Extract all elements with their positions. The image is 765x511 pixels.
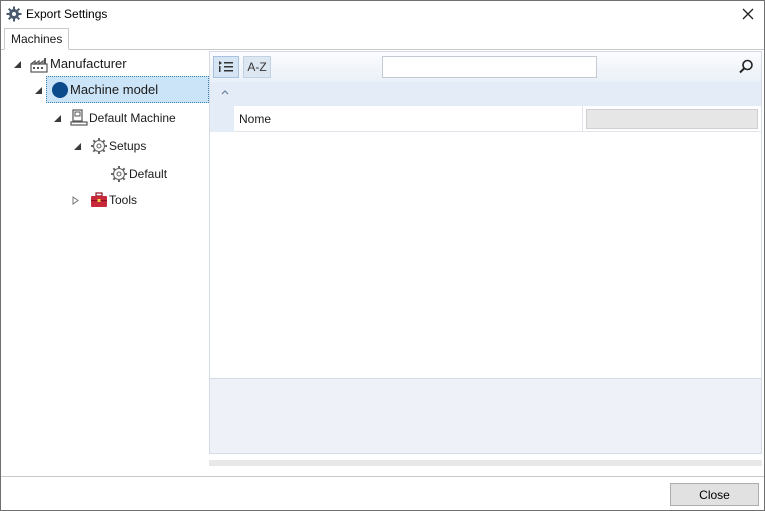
property-description-panel	[210, 378, 761, 453]
tab-machines[interactable]: Machines	[4, 28, 70, 50]
categorized-view-button[interactable]	[213, 56, 239, 78]
property-row-gutter	[210, 106, 234, 132]
factory-icon	[30, 58, 48, 73]
toolbox-icon	[91, 192, 107, 207]
machine-model-icon	[52, 82, 68, 98]
title-bar: Export Settings	[1, 1, 764, 27]
footer-divider	[1, 476, 764, 477]
tree-node-machine-model[interactable]: Machine model	[1, 79, 208, 101]
alphabetical-view-button[interactable]: A-Z	[243, 56, 271, 78]
expanded-arrow-icon[interactable]	[13, 60, 22, 69]
property-value-field[interactable]	[586, 109, 758, 129]
tree-node-label: Manufacturer	[50, 56, 127, 71]
collapsed-arrow-icon[interactable]	[71, 196, 80, 205]
machine-icon	[70, 109, 88, 126]
tree-node-default-setup[interactable]: Default	[1, 163, 201, 185]
window-title: Export Settings	[26, 7, 108, 21]
gear-icon	[6, 6, 22, 22]
property-search-input[interactable]	[382, 56, 597, 78]
tree-node-tools[interactable]: Tools	[1, 189, 201, 211]
expanded-arrow-icon[interactable]	[53, 114, 62, 123]
expanded-arrow-icon[interactable]	[73, 142, 82, 151]
gear-icon	[111, 166, 127, 182]
tree-node-label: Default Machine	[89, 111, 176, 125]
export-settings-window: Export Settings Machines Manufacturer Ma…	[0, 0, 765, 511]
search-icon[interactable]	[737, 58, 755, 76]
property-grid-toolbar: A-Z	[210, 52, 761, 82]
gear-icon	[91, 138, 107, 154]
close-button[interactable]: Close	[670, 483, 759, 506]
tree-node-manufacturer[interactable]: Manufacturer	[1, 53, 201, 75]
categorized-list-icon	[219, 61, 233, 72]
property-category-row[interactable]	[210, 82, 761, 106]
tree-node-default-machine[interactable]: Default Machine	[1, 107, 201, 129]
tab-strip: Machines	[1, 27, 764, 50]
window-close-icon[interactable]	[738, 4, 758, 24]
tree-node-label: Machine model	[70, 82, 159, 97]
chevron-up-icon[interactable]	[220, 87, 230, 97]
tree-node-setups[interactable]: Setups	[1, 135, 201, 157]
tree-node-label: Default	[129, 167, 168, 181]
tree-node-label: Setups	[109, 139, 147, 153]
property-row: Nome	[210, 106, 761, 132]
property-name: Nome	[235, 106, 583, 132]
machines-tree: Manufacturer Machine model Default Machi…	[1, 51, 209, 461]
expanded-arrow-icon[interactable]	[34, 86, 43, 95]
property-grid: A-Z Nome	[209, 51, 762, 454]
tree-node-label: Tools	[109, 193, 138, 207]
horizontal-scrollbar[interactable]	[209, 460, 762, 466]
